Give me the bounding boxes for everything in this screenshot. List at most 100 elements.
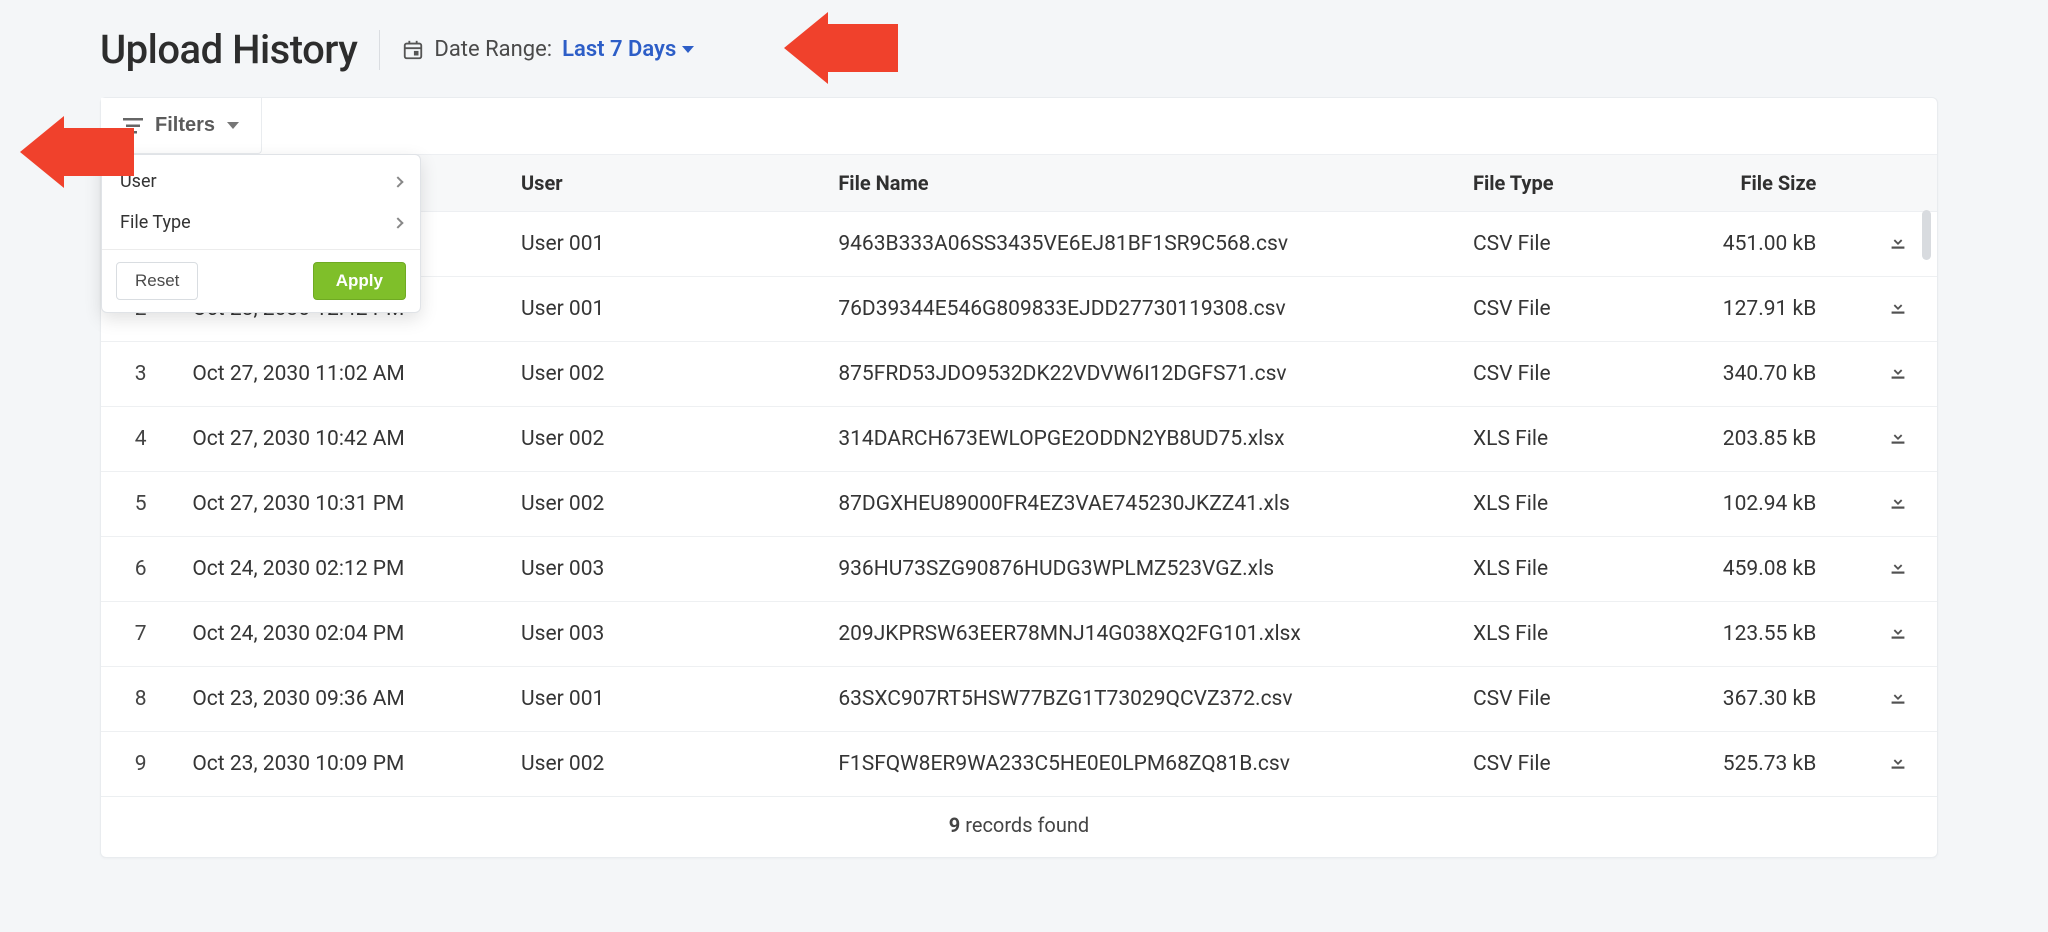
cell-action <box>1846 602 1937 667</box>
col-header-action <box>1846 155 1937 212</box>
filters-dropdown: User File Type Reset Apply <box>101 154 421 313</box>
date-range-selector[interactable]: Date Range: Last 7 Days <box>402 37 694 62</box>
cell-filetype: XLS File <box>1461 472 1676 537</box>
cell-date: Oct 23, 2030 10:09 PM <box>180 732 509 797</box>
cell-index: 4 <box>101 407 180 472</box>
cell-filename: 314DARCH673EWLOPGE2ODDN2YB8UD75.xlsx <box>826 407 1461 472</box>
download-icon[interactable] <box>1887 230 1909 252</box>
caret-down-icon <box>682 46 694 53</box>
cell-user: User 001 <box>509 212 826 277</box>
cell-filetype: CSV File <box>1461 732 1676 797</box>
cell-action <box>1846 732 1937 797</box>
download-icon[interactable] <box>1887 620 1909 642</box>
download-icon[interactable] <box>1887 425 1909 447</box>
cell-user: User 002 <box>509 732 826 797</box>
cell-filename: 9463B333A06SS3435VE6EJ81BF1SR9C568.csv <box>826 212 1461 277</box>
cell-filename: F1SFQW8ER9WA233C5HE0E0LPM68ZQ81B.csv <box>826 732 1461 797</box>
cell-date: Oct 27, 2030 11:02 AM <box>180 342 509 407</box>
cell-filesize: 459.08 kB <box>1676 537 1846 602</box>
reset-button[interactable]: Reset <box>116 262 198 300</box>
cell-filetype: XLS File <box>1461 602 1676 667</box>
annotation-arrow-date-range <box>784 12 898 84</box>
download-icon[interactable] <box>1887 685 1909 707</box>
col-header-filesize[interactable]: File Size <box>1676 155 1846 212</box>
col-header-user[interactable]: User <box>509 155 826 212</box>
record-count: 9 <box>949 813 960 837</box>
cell-date: Oct 24, 2030 02:12 PM <box>180 537 509 602</box>
filter-option-user[interactable]: User <box>102 161 420 202</box>
cell-index: 5 <box>101 472 180 537</box>
cell-index: 6 <box>101 537 180 602</box>
cell-filetype: XLS File <box>1461 407 1676 472</box>
cell-user: User 003 <box>509 537 826 602</box>
cell-index: 8 <box>101 667 180 732</box>
scrollbar-thumb[interactable] <box>1922 210 1931 260</box>
cell-filesize: 123.55 kB <box>1676 602 1846 667</box>
caret-down-icon <box>227 122 239 129</box>
cell-action <box>1846 407 1937 472</box>
cell-user: User 002 <box>509 407 826 472</box>
page-header: Upload History Date Range: Last 7 Days <box>100 20 1938 97</box>
cell-filename: 936HU73SZG90876HUDG3WPLMZ523VGZ.xls <box>826 537 1461 602</box>
cell-filename: 76D39344E546G809833EJDD27730119308.csv <box>826 277 1461 342</box>
cell-date: Oct 27, 2030 10:31 PM <box>180 472 509 537</box>
cell-user: User 002 <box>509 472 826 537</box>
filters-label: Filters <box>155 114 215 137</box>
cell-filetype: CSV File <box>1461 277 1676 342</box>
cell-filesize: 525.73 kB <box>1676 732 1846 797</box>
cell-action <box>1846 667 1937 732</box>
cell-filename: 87DGXHEU89000FR4EZ3VAE745230JKZZ41.xls <box>826 472 1461 537</box>
table-row: 3Oct 27, 2030 11:02 AMUser 002875FRD53JD… <box>101 342 1937 407</box>
download-icon[interactable] <box>1887 555 1909 577</box>
cell-user: User 001 <box>509 277 826 342</box>
divider <box>379 30 380 70</box>
cell-filesize: 340.70 kB <box>1676 342 1846 407</box>
cell-filename: 875FRD53JDO9532DK22VDVW6I12DGFS71.csv <box>826 342 1461 407</box>
annotation-arrow-filters <box>20 116 134 188</box>
cell-action <box>1846 472 1937 537</box>
download-icon[interactable] <box>1887 295 1909 317</box>
table-footer: 9 records found <box>101 796 1937 857</box>
cell-index: 9 <box>101 732 180 797</box>
cell-user: User 002 <box>509 342 826 407</box>
table-row: 9Oct 23, 2030 10:09 PMUser 002F1SFQW8ER9… <box>101 732 1937 797</box>
table-row: 5Oct 27, 2030 10:31 PMUser 00287DGXHEU89… <box>101 472 1937 537</box>
cell-action <box>1846 277 1937 342</box>
chevron-right-icon <box>392 176 403 187</box>
table-row: 6Oct 24, 2030 02:12 PMUser 003936HU73SZG… <box>101 537 1937 602</box>
cell-filetype: CSV File <box>1461 212 1676 277</box>
apply-button[interactable]: Apply <box>313 262 406 300</box>
cell-user: User 001 <box>509 667 826 732</box>
cell-date: Oct 27, 2030 10:42 AM <box>180 407 509 472</box>
page-title: Upload History <box>100 26 357 73</box>
cell-filename: 63SXC907RT5HSW77BZG1T73029QCVZ372.csv <box>826 667 1461 732</box>
cell-filetype: CSV File <box>1461 342 1676 407</box>
cell-filetype: XLS File <box>1461 537 1676 602</box>
cell-filesize: 203.85 kB <box>1676 407 1846 472</box>
cell-index: 3 <box>101 342 180 407</box>
cell-user: User 003 <box>509 602 826 667</box>
table-row: 4Oct 27, 2030 10:42 AMUser 002314DARCH67… <box>101 407 1937 472</box>
cell-action <box>1846 537 1937 602</box>
cell-filesize: 127.91 kB <box>1676 277 1846 342</box>
upload-history-card: Filters User File Type Reset Apply <box>100 97 1938 858</box>
record-count-label: records found <box>965 813 1089 837</box>
cell-index: 7 <box>101 602 180 667</box>
cell-filesize: 102.94 kB <box>1676 472 1846 537</box>
calendar-icon <box>402 39 424 61</box>
table-row: 7Oct 24, 2030 02:04 PMUser 003209JKPRSW6… <box>101 602 1937 667</box>
download-icon[interactable] <box>1887 750 1909 772</box>
cell-filename: 209JKPRSW63EER78MNJ14G038XQ2FG101.xlsx <box>826 602 1461 667</box>
col-header-filename[interactable]: File Name <box>826 155 1461 212</box>
filter-option-file-type[interactable]: File Type <box>102 202 420 243</box>
cell-date: Oct 23, 2030 09:36 AM <box>180 667 509 732</box>
chevron-right-icon <box>392 217 403 228</box>
cell-filetype: CSV File <box>1461 667 1676 732</box>
date-range-value: Last 7 Days <box>562 37 694 62</box>
cell-filesize: 367.30 kB <box>1676 667 1846 732</box>
col-header-filetype[interactable]: File Type <box>1461 155 1676 212</box>
filter-option-label: File Type <box>120 212 191 233</box>
download-icon[interactable] <box>1887 360 1909 382</box>
download-icon[interactable] <box>1887 490 1909 512</box>
table-row: 8Oct 23, 2030 09:36 AMUser 00163SXC907RT… <box>101 667 1937 732</box>
